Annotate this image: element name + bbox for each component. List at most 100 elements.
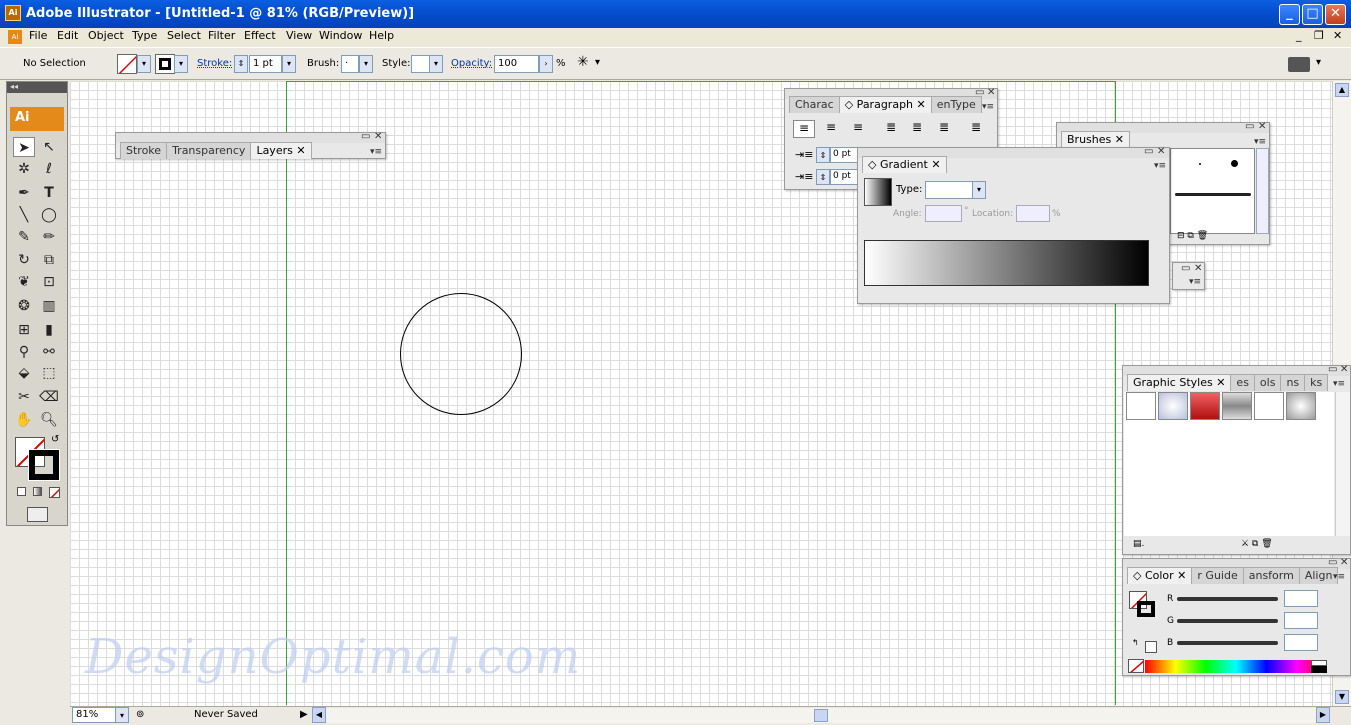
gradient-type-dropdown[interactable]: ▾: [972, 181, 986, 199]
tab-character[interactable]: Charac: [789, 96, 840, 113]
style-blue-glow[interactable]: [1158, 392, 1188, 420]
tab-color-guide[interactable]: r Guide: [1191, 567, 1244, 584]
version-cue-icon[interactable]: ⊚: [136, 709, 144, 720]
style-default[interactable]: [1126, 392, 1156, 420]
panel-menu-icon[interactable]: ▾≡: [982, 102, 994, 112]
angle-field[interactable]: [925, 205, 962, 222]
line-tool-icon[interactable]: ╲: [13, 205, 35, 225]
first-line-indent-stepper[interactable]: ⇕: [816, 169, 830, 185]
tab-symbols[interactable]: ols: [1253, 374, 1282, 391]
gradient-mode-icon[interactable]: [33, 487, 42, 496]
maximize-button[interactable]: □: [1302, 4, 1323, 25]
opacity-field[interactable]: 100: [494, 55, 539, 73]
doc-close-button[interactable]: ✕: [1333, 29, 1342, 42]
color-stroke-icon[interactable]: [1137, 601, 1155, 617]
screen-mode-icon[interactable]: [27, 507, 48, 522]
justify-left-icon[interactable]: ≣: [880, 120, 902, 138]
brush-field[interactable]: ·: [341, 55, 359, 73]
brush-list[interactable]: [1170, 148, 1255, 234]
pencil-tool-icon[interactable]: ✏: [38, 227, 60, 247]
blend-tool-icon[interactable]: ⚯: [38, 342, 60, 362]
menu-effect[interactable]: Effect: [244, 29, 276, 42]
panel-minimize-icon[interactable]: ▭: [1245, 121, 1254, 132]
stroke-weight-stepper[interactable]: ⇕: [234, 55, 248, 73]
direct-selection-tool-icon[interactable]: ↖: [38, 137, 60, 157]
panel-close-icon[interactable]: ✕: [1258, 121, 1266, 132]
menu-window[interactable]: Window: [319, 29, 362, 42]
style-white[interactable]: [1254, 392, 1284, 420]
tab-brushes[interactable]: Brushes ✕: [1061, 131, 1130, 148]
align-right-icon[interactable]: ≡: [847, 120, 869, 138]
panel-close-icon[interactable]: ✕: [1340, 557, 1348, 568]
tab-graphic-styles[interactable]: Graphic Styles ✕: [1127, 374, 1232, 391]
minimize-button[interactable]: _: [1279, 4, 1300, 25]
rotate-tool-icon[interactable]: ↻: [13, 250, 35, 270]
live-paint-selection-tool-icon[interactable]: ⬚: [38, 363, 60, 383]
panel-menu-icon[interactable]: ▾≡: [1189, 277, 1201, 287]
doc-minimize-button[interactable]: _: [1296, 29, 1302, 42]
left-indent-stepper[interactable]: ⇕: [816, 147, 830, 163]
tab-paragraph[interactable]: ◇ Paragraph ✕: [838, 96, 932, 113]
selection-tool-icon[interactable]: ➤: [13, 137, 35, 157]
bridge-icon[interactable]: [1288, 57, 1310, 72]
stroke-color-icon[interactable]: [28, 449, 60, 481]
eyedropper-tool-icon[interactable]: ⚲: [13, 342, 35, 362]
panel-minimize-icon[interactable]: ▭: [1144, 146, 1153, 157]
style-red[interactable]: [1190, 392, 1220, 420]
zoom-tool-icon[interactable]: 🔍︎: [38, 410, 60, 430]
type-tool-icon[interactable]: T: [38, 183, 60, 203]
panel-menu-icon[interactable]: ▾≡: [370, 147, 382, 157]
left-indent-field[interactable]: 0 pt: [830, 147, 858, 163]
panel-menu-icon[interactable]: ▾≡: [1333, 379, 1345, 389]
doc-restore-button[interactable]: ❐: [1314, 29, 1324, 42]
none-mode-icon[interactable]: [49, 487, 60, 498]
swap-colors-icon[interactable]: ↺: [51, 434, 59, 445]
r-slider[interactable]: [1177, 597, 1278, 601]
g-field[interactable]: [1284, 612, 1318, 629]
ellipse-tool-icon[interactable]: ◯: [38, 205, 60, 225]
scroll-up-icon[interactable]: ▲: [1335, 83, 1349, 97]
menu-edit[interactable]: Edit: [57, 29, 78, 42]
color-none-icon[interactable]: [1128, 659, 1144, 673]
style-gray[interactable]: [1286, 392, 1316, 420]
styles-footer-icons[interactable]: ⚔ ⧉ 🗑︎: [1241, 539, 1273, 549]
gradient-preview-swatch[interactable]: [864, 178, 892, 206]
color-mode-icon[interactable]: [17, 487, 26, 496]
tab-links[interactable]: ks: [1304, 374, 1329, 391]
location-field[interactable]: [1016, 205, 1050, 222]
stroke-label[interactable]: Stroke:: [197, 58, 232, 69]
styles-library-icon[interactable]: ▤.: [1133, 539, 1144, 549]
stroke-weight-dropdown[interactable]: ▾: [282, 55, 296, 73]
scroll-left-icon[interactable]: ◀: [312, 707, 326, 723]
justify-all-icon[interactable]: ≣: [965, 120, 987, 138]
panel-close-icon[interactable]: ✕: [1157, 146, 1165, 157]
lasso-tool-icon[interactable]: ℓ: [38, 159, 60, 179]
panel-close-icon[interactable]: ✕: [1340, 364, 1348, 375]
b-slider[interactable]: [1177, 641, 1278, 645]
gradient-type-field[interactable]: [925, 181, 973, 199]
out-of-gamut-icon[interactable]: ↰: [1132, 638, 1139, 647]
free-transform-tool-icon[interactable]: ⊡: [38, 272, 60, 292]
symbol-sprayer-tool-icon[interactable]: ❂: [13, 296, 35, 316]
opacity-label[interactable]: Opacity:: [451, 58, 492, 69]
live-paint-tool-icon[interactable]: ⬙: [13, 363, 35, 383]
menu-view[interactable]: View: [286, 29, 312, 42]
brush-dot-large[interactable]: [1231, 160, 1238, 167]
stroke-dropdown[interactable]: ▾: [174, 55, 188, 73]
tab-actions[interactable]: ns: [1280, 374, 1306, 391]
panel-close-icon[interactable]: ✕: [374, 131, 382, 142]
panel-close-icon[interactable]: ✕: [987, 87, 995, 98]
eraser-tool-icon[interactable]: ⌫: [38, 387, 60, 407]
scroll-thumb[interactable]: [814, 709, 828, 722]
scale-tool-icon[interactable]: ⧉: [38, 250, 60, 270]
menu-select[interactable]: Select: [167, 29, 201, 42]
styles-scrollbar[interactable]: [1335, 392, 1350, 536]
align-left-icon[interactable]: ≡: [793, 120, 815, 138]
tab-opentype[interactable]: enType: [930, 96, 982, 113]
r-field[interactable]: [1284, 590, 1318, 607]
black-swatch[interactable]: [1311, 666, 1327, 673]
slice-tool-icon[interactable]: ✂: [13, 387, 35, 407]
pen-tool-icon[interactable]: ✒: [13, 183, 35, 203]
brush-scrollbar[interactable]: [1256, 148, 1269, 234]
panel-menu-icon[interactable]: ▾≡: [1333, 572, 1345, 582]
